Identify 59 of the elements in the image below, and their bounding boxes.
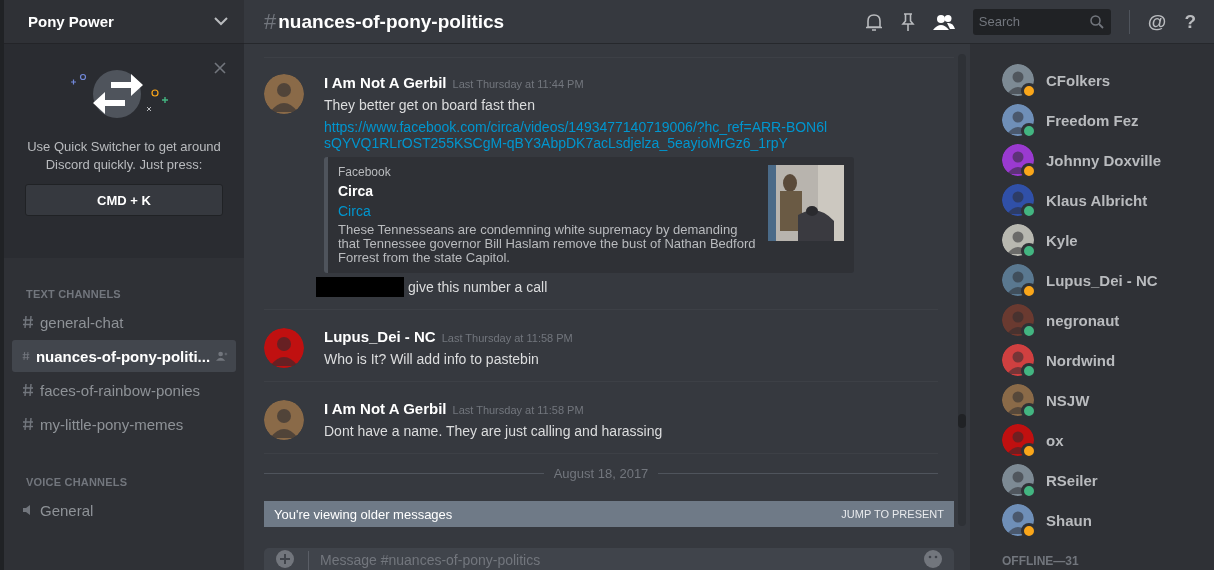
channel-title: nuances-of-pony-politics [278, 10, 506, 33]
offline-section-title: OFFLINE—31 [1002, 554, 1080, 568]
member-item[interactable]: ox [1002, 420, 1214, 460]
author-name[interactable]: I Am Not A Gerbil [324, 400, 447, 417]
shortcut-button[interactable]: CMD + K [25, 184, 223, 216]
scrollbar-track[interactable] [958, 54, 966, 526]
member-item[interactable]: Nordwind [1002, 340, 1214, 380]
member-item[interactable]: Klaus Albricht [1002, 180, 1214, 220]
close-icon[interactable] [214, 62, 226, 74]
member-item[interactable]: Johnny Doxville [1002, 140, 1214, 180]
channel-hash-symbol: # [264, 8, 277, 35]
chevron-down-icon[interactable] [214, 17, 228, 26]
hash-icon [22, 315, 34, 329]
server-name: Pony Power [28, 13, 114, 30]
search-field[interactable]: Search [972, 8, 1111, 35]
embed-author-link[interactable]: Circa [338, 203, 756, 219]
members-icon[interactable] [932, 13, 955, 30]
embed-provider: Facebook [338, 165, 392, 179]
plus-icon[interactable] [276, 550, 294, 568]
member-item[interactable]: Kyle [1002, 220, 1214, 260]
hash-icon [22, 417, 34, 431]
hash-icon [22, 383, 34, 397]
member-item[interactable]: Shaun [1002, 500, 1214, 540]
message-link[interactable]: https://www.facebook.com/circa/videos/1493477140719006/?hc_ref=ARR-BON6lsQYVQ1RLrOST255KSCgM-qBY3AbpDK7acLsdjelza_5eayioMrGz6_1rpY [324, 119, 834, 151]
channel-item[interactable]: General [12, 494, 236, 526]
older-messages-text: You're viewing older messages [274, 506, 453, 522]
search-icon [1089, 14, 1104, 29]
quick-switcher-hint: Use Quick Switcher to get around Discord quickly. Just press: [26, 138, 222, 174]
channel-item[interactable]: general-chat [12, 306, 236, 338]
embed-description: These Tennesseans are condemning white supremacy by demanding that Tennessee governor Bill Haslam remove the bust of Nathan Bedford Forrest from the state Capitol. [338, 223, 756, 265]
channel-item[interactable]: my-little-pony-memes [12, 408, 236, 440]
help-button[interactable]: ? [1184, 10, 1196, 33]
member-item[interactable]: NSJW [1002, 380, 1214, 420]
message-text: give this number a call [408, 278, 548, 297]
message-text: Dont have a name. They are just calling and harassing [324, 422, 663, 441]
jump-to-present-button[interactable]: JUMP TO PRESENT [841, 508, 944, 520]
member-item[interactable]: CFolkers [1002, 60, 1214, 100]
member-item[interactable]: Freedom Fez [1002, 100, 1214, 140]
mentions-button[interactable]: @ [1147, 10, 1167, 33]
hash-icon [22, 349, 30, 363]
timestamp: Last Thursday at 11:58 PM [441, 332, 573, 344]
emoji-icon[interactable] [924, 550, 942, 568]
date-divider: August 18, 2017 [553, 466, 649, 481]
channel-item[interactable]: faces-of-rainbow-ponies [12, 374, 236, 406]
timestamp: Last Thursday at 11:44 PM [452, 78, 584, 90]
member-item[interactable]: negronaut [1002, 300, 1214, 340]
channel-item[interactable]: nuances-of-pony-politi... [12, 340, 236, 372]
author-name[interactable]: Lupus_Dei - NC [324, 328, 436, 345]
timestamp: Last Thursday at 11:58 PM [452, 404, 584, 416]
member-item[interactable]: Lupus_Dei - NC [1002, 260, 1214, 300]
message-text: They better get on board fast then [324, 96, 536, 115]
embed-title: Circa [338, 183, 375, 199]
bell-icon[interactable] [864, 11, 883, 32]
add-member-icon[interactable] [216, 349, 228, 363]
pin-icon[interactable] [900, 11, 915, 32]
message-text: Who is It? Will add info to pastebin [324, 350, 540, 369]
scrollbar-thumb[interactable] [958, 414, 966, 428]
author-name[interactable]: I Am Not A Gerbil [324, 74, 447, 91]
member-item[interactable]: RSeiler [1002, 460, 1214, 500]
